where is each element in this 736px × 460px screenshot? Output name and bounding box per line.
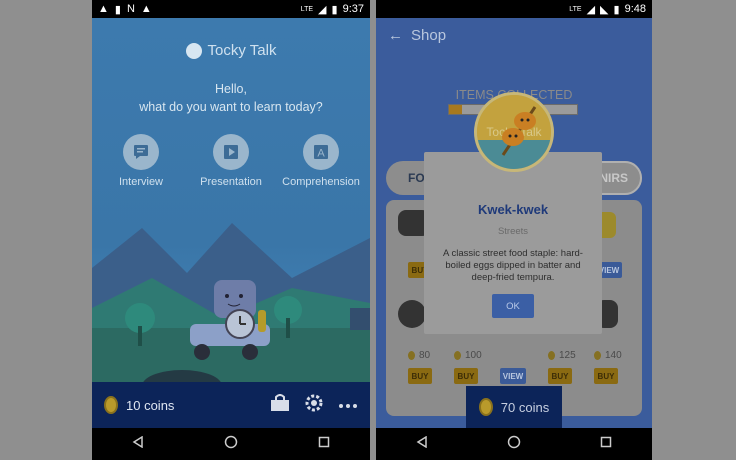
price-value: 80 (419, 350, 431, 361)
battery-icon: ▮ (331, 3, 338, 16)
greeting: Hello, what do you want to learn today? (92, 80, 370, 116)
recents-nav-icon[interactable] (318, 435, 330, 453)
kwek-kwek-skewer-icon (501, 106, 537, 156)
view-button[interactable]: VIEW (500, 368, 526, 384)
robot-mascot (180, 280, 272, 370)
option-label: Comprehension (282, 176, 360, 188)
clock: 9:37 (342, 3, 364, 15)
coins-label: 10 coins (126, 397, 175, 413)
clock: 9:48 (624, 3, 646, 15)
ok-button[interactable]: OK (492, 294, 534, 318)
warning-icon: ▲ (140, 3, 152, 15)
option-comprehension[interactable]: A Comprehension (276, 134, 366, 188)
buy-button[interactable]: BUY (548, 368, 572, 384)
android-nav-bar (92, 428, 370, 460)
bottom-bar: 10 coins (92, 382, 370, 428)
coins-bar: 70 coins (466, 386, 562, 428)
greeting-line-1: Hello, (215, 82, 247, 96)
more-dots-icon[interactable] (338, 396, 358, 414)
sim-icon: ▮ (114, 3, 121, 16)
coin-icon (408, 351, 415, 360)
option-label: Presentation (200, 176, 262, 188)
wifi-icon: ◣ (600, 3, 609, 16)
item-price: 100 (454, 350, 482, 361)
item-price: 80 (408, 350, 430, 361)
signal-icon: ◢ (318, 3, 327, 16)
status-bar: LTE ◢ ◣ ▮ 9:48 (376, 0, 652, 18)
home-nav-icon[interactable] (224, 435, 238, 454)
back-nav-icon[interactable] (132, 435, 144, 453)
home-screen: Tocky Talk Hello, what do you want to le… (92, 18, 370, 428)
home-nav-icon[interactable] (507, 435, 521, 454)
item-price: 125 (548, 350, 576, 361)
coin-icon (478, 398, 493, 416)
shop-screen: ← Shop ITEMS COLLECTED FO NIRS BUY VIEW … (376, 18, 652, 428)
buy-button[interactable]: BUY (408, 368, 432, 384)
greeting-line-2: what do you want to learn today? (139, 100, 323, 114)
app-logo: Tocky Talk (92, 42, 370, 59)
phone-left: ▲ ▮ N ▲ LTE ◢ ▮ 9:37 Tocky Talk Hello, w… (92, 0, 370, 460)
back-nav-icon[interactable] (416, 435, 428, 453)
warning-icon: ▲ (98, 3, 109, 15)
price-value: 100 (465, 350, 482, 361)
recents-nav-icon[interactable] (600, 435, 612, 453)
play-icon[interactable] (213, 134, 249, 170)
item-dialog: Kwek-kwek Streets A classic street food … (424, 152, 602, 334)
phone-right: LTE ◢ ◣ ▮ 9:48 ← Shop ITEMS COLLECTED FO… (376, 0, 652, 460)
coins-label: 70 coins (500, 399, 550, 415)
signal-icon: ◢ (586, 3, 596, 16)
app-title: Tocky Talk (207, 42, 277, 59)
status-bar: ▲ ▮ N ▲ LTE ◢ ▮ 9:37 (92, 0, 370, 18)
coin-icon (594, 351, 601, 360)
buy-button[interactable]: BUY (454, 368, 478, 384)
learning-options: Interview Presentation A Comprehension (92, 134, 370, 188)
price-value: 125 (559, 350, 576, 361)
page-title: Shop (411, 26, 447, 44)
item-badge: Tocky Talk (474, 92, 554, 172)
price-value: 140 (605, 350, 622, 361)
option-label: Interview (118, 176, 164, 188)
buy-button[interactable]: BUY (594, 368, 618, 384)
coin-icon (104, 396, 118, 414)
chat-bubble-icon[interactable] (123, 134, 159, 170)
dialog-title: Kwek-kwek (477, 202, 549, 217)
item-silhouette (398, 300, 426, 328)
gear-icon[interactable] (304, 393, 324, 418)
battery-icon: ▮ (613, 3, 620, 16)
coin-icon (548, 351, 555, 360)
back-arrow-icon[interactable]: ← (388, 27, 403, 44)
item-price: 140 (594, 350, 622, 361)
coin-icon (454, 351, 461, 360)
option-interview[interactable]: Interview (96, 134, 186, 188)
progress-fill (449, 105, 462, 114)
dialog-subtitle: Streets (497, 226, 529, 237)
signal-lte-label: LTE (300, 5, 314, 13)
shop-header: ← Shop (376, 18, 652, 52)
svg-text:A: A (317, 148, 325, 160)
dialog-description: A classic street food staple: hard-boile… (443, 248, 583, 283)
logo-dot-icon (185, 42, 202, 59)
option-presentation[interactable]: Presentation (186, 134, 276, 188)
android-nav-bar (376, 428, 652, 460)
signal-lte-label: LTE (569, 5, 582, 13)
shop-icon[interactable] (270, 393, 290, 417)
letter-a-icon[interactable]: A (303, 134, 339, 170)
n-icon: N (126, 3, 135, 15)
